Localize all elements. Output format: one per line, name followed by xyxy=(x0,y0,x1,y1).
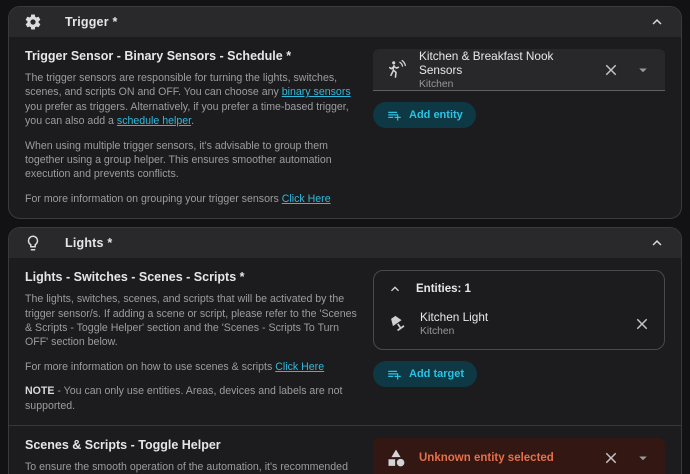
add-target-label: Add target xyxy=(409,368,464,380)
trigger-entity-picker[interactable]: Kitchen & Breakfast Nook Sensors Kitchen xyxy=(373,49,665,91)
trigger-sensor-heading: Trigger Sensor - Binary Sensors - Schedu… xyxy=(25,49,357,63)
schedule-helper-link[interactable]: schedule helper xyxy=(117,115,191,127)
lights-targets-description-1: The lights, switches, scenes, and script… xyxy=(25,292,357,350)
trigger-card-title: Trigger * xyxy=(65,15,118,29)
chevron-up-icon[interactable] xyxy=(647,12,667,32)
lights-card-header[interactable]: Lights * xyxy=(9,228,681,258)
trigger-click-here-link[interactable]: Click Here xyxy=(282,193,331,205)
motion-sensor-icon xyxy=(385,59,407,81)
toggle-helper-text-col: Scenes & Scripts - Toggle Helper To ensu… xyxy=(25,436,357,474)
trigger-sensor-section: Trigger Sensor - Binary Sensors - Schedu… xyxy=(9,37,681,218)
clear-icon[interactable] xyxy=(601,448,621,468)
trigger-sensor-control-col: Kitchen & Breakfast Nook Sensors Kitchen… xyxy=(373,47,665,206)
lamp-icon xyxy=(386,313,408,335)
entity-area: Kitchen xyxy=(420,326,620,337)
entities-panel-header[interactable]: Entities: 1 xyxy=(374,271,664,302)
add-entity-label: Add entity xyxy=(409,109,463,121)
entity-row[interactable]: Kitchen Light Kitchen xyxy=(374,302,664,349)
trigger-entity-name: Kitchen & Breakfast Nook Sensors xyxy=(419,49,589,77)
binary-sensors-link[interactable]: binary sensors xyxy=(282,86,351,98)
trigger-sensor-description-3: For more information on grouping your tr… xyxy=(25,192,357,206)
remove-entity-icon[interactable] xyxy=(632,314,652,334)
toggle-helper-section: Scenes & Scripts - Toggle Helper To ensu… xyxy=(9,425,681,474)
lights-card: Lights * Lights - Switches - Scenes - Sc… xyxy=(8,227,682,474)
trigger-card: Trigger * Trigger Sensor - Binary Sensor… xyxy=(8,6,682,219)
chevron-up-icon[interactable] xyxy=(647,233,667,253)
add-entity-button[interactable]: Add entity xyxy=(373,102,476,128)
lights-targets-description-2: For more information on how to use scene… xyxy=(25,360,357,374)
add-target-button[interactable]: Add target xyxy=(373,361,477,387)
lights-targets-heading: Lights - Switches - Scenes - Scripts * xyxy=(25,270,357,284)
toggle-helper-description: To ensure the smooth operation of the au… xyxy=(25,460,357,474)
trigger-card-header[interactable]: Trigger * xyxy=(9,7,681,37)
trigger-sensor-description-2: When using multiple trigger sensors, it'… xyxy=(25,139,357,182)
shapes-icon xyxy=(385,447,407,469)
entity-name: Kitchen Light xyxy=(420,310,620,324)
playlist-plus-icon xyxy=(386,107,402,123)
entities-count-label: Entities: 1 xyxy=(416,283,471,295)
caret-down-icon[interactable] xyxy=(633,448,653,468)
entities-panel: Entities: 1 Kitchen Light Kitchen xyxy=(373,270,665,350)
gear-icon xyxy=(23,12,43,32)
lightbulb-icon xyxy=(23,233,43,253)
toggle-helper-control-col: Unknown entity selected xyxy=(373,436,665,474)
caret-down-icon[interactable] xyxy=(633,60,653,80)
lights-targets-section: Lights - Switches - Scenes - Scripts * T… xyxy=(9,258,681,425)
chevron-up-icon xyxy=(386,280,404,298)
trigger-entity-picker-text: Kitchen & Breakfast Nook Sensors Kitchen xyxy=(419,49,589,90)
toggle-helper-entity-picker-error[interactable]: Unknown entity selected xyxy=(373,438,665,474)
lights-targets-note: NOTE - You can only use entities. Areas,… xyxy=(25,384,357,413)
toggle-helper-heading: Scenes & Scripts - Toggle Helper xyxy=(25,438,357,452)
scenes-scripts-click-here-link[interactable]: Click Here xyxy=(275,361,324,373)
trigger-sensor-text-col: Trigger Sensor - Binary Sensors - Schedu… xyxy=(25,47,357,206)
entity-row-text: Kitchen Light Kitchen xyxy=(420,310,620,337)
lights-targets-control-col: Entities: 1 Kitchen Light Kitchen xyxy=(373,268,665,413)
playlist-plus-icon xyxy=(386,366,402,382)
clear-icon[interactable] xyxy=(601,60,621,80)
unknown-entity-label: Unknown entity selected xyxy=(419,452,589,464)
blueprint-config-page: Trigger * Trigger Sensor - Binary Sensor… xyxy=(0,0,690,474)
trigger-entity-area: Kitchen xyxy=(419,79,589,90)
lights-targets-text-col: Lights - Switches - Scenes - Scripts * T… xyxy=(25,268,357,413)
lights-card-title: Lights * xyxy=(65,236,112,250)
note-label: NOTE xyxy=(25,385,54,397)
trigger-sensor-description-1: The trigger sensors are responsible for … xyxy=(25,71,357,129)
